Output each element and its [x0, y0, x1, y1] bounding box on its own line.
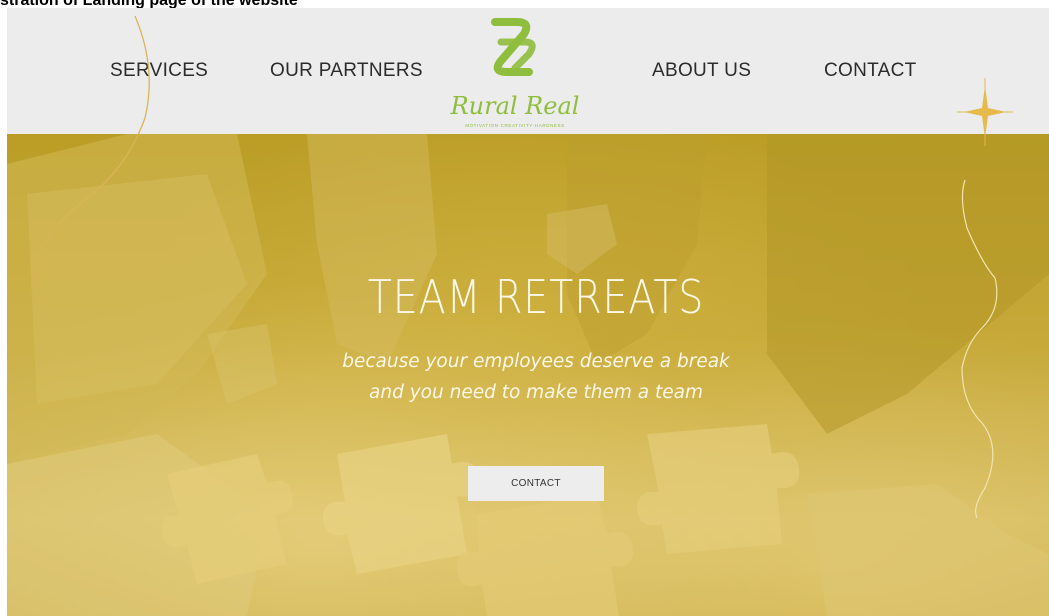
site-header: SERVICES OUR PARTNERS ABOUT US CONTACT R…	[7, 8, 1049, 134]
logo-tagline: MOTIVATION·CREATIVITY·HARDNESS	[465, 123, 565, 128]
nav-services[interactable]: SERVICES	[110, 60, 208, 82]
landing-page: SERVICES OUR PARTNERS ABOUT US CONTACT R…	[7, 8, 1049, 616]
brand-logo[interactable]: Rural Real MOTIVATION·CREATIVITY·HARDNES…	[445, 12, 585, 130]
hero-title: TEAM RETREATS	[367, 270, 705, 324]
nav-about-us[interactable]: ABOUT US	[652, 60, 751, 82]
hero-section: TEAM RETREATS because your employees des…	[7, 134, 1049, 616]
hero-subtitle-line-1: because your employees deserve a break	[342, 351, 730, 372]
hero-subtitle-line-2: and you need to make them a team	[369, 382, 703, 403]
nav-our-partners[interactable]: OUR PARTNERS	[270, 60, 423, 82]
puzzle-hands-background	[7, 134, 1049, 616]
contact-button[interactable]: CONTACT	[468, 466, 604, 501]
nav-contact[interactable]: CONTACT	[824, 60, 917, 82]
logo-mark-icon	[491, 18, 536, 76]
logo-wordmark: Rural Real	[450, 92, 580, 120]
